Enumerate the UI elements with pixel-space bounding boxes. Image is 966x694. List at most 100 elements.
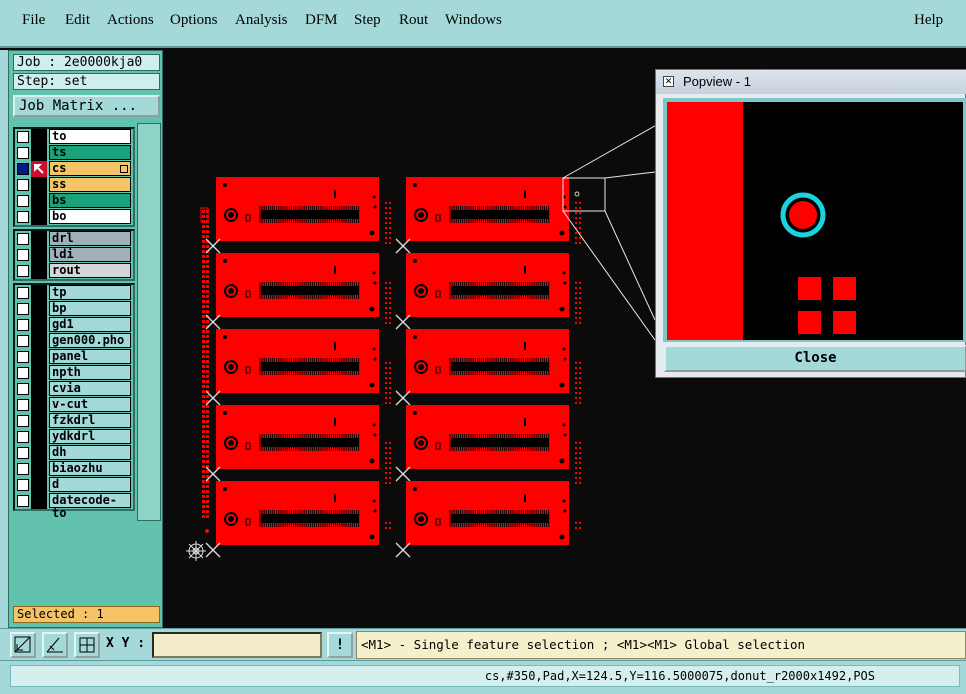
layer-name[interactable]: d bbox=[49, 477, 131, 492]
layer-row-fzkdrl[interactable]: fzkdrl bbox=[15, 413, 133, 429]
layer-name[interactable]: datecode-to bbox=[49, 493, 131, 520]
layer-row-dh[interactable]: dh bbox=[15, 445, 133, 461]
layer-name[interactable]: tp bbox=[49, 285, 131, 300]
layer-affected-slot[interactable] bbox=[31, 209, 47, 225]
grid-button[interactable] bbox=[74, 632, 100, 658]
popview-close-button[interactable]: Close bbox=[664, 345, 966, 372]
menu-analysis[interactable]: Analysis bbox=[235, 12, 288, 29]
measure-button[interactable] bbox=[42, 632, 68, 658]
menu-file[interactable]: File bbox=[22, 12, 45, 29]
layer-affected-slot[interactable] bbox=[31, 317, 47, 333]
layer-checkbox[interactable] bbox=[17, 211, 29, 223]
layer-row-ydkdrl[interactable]: ydkdrl bbox=[15, 429, 133, 445]
layer-affected-slot[interactable] bbox=[31, 397, 47, 413]
layer-list-scrollbar[interactable] bbox=[137, 123, 161, 521]
layer-name[interactable]: v-cut bbox=[49, 397, 131, 412]
layer-affected-slot[interactable] bbox=[31, 429, 47, 445]
layer-affected-slot[interactable] bbox=[31, 349, 47, 365]
layer-row-bo[interactable]: bo bbox=[15, 209, 133, 225]
layer-checkbox[interactable] bbox=[17, 399, 29, 411]
menu-edit[interactable]: Edit bbox=[65, 12, 90, 29]
layer-name[interactable]: to bbox=[49, 129, 131, 144]
layer-checkbox[interactable] bbox=[17, 463, 29, 475]
menu-help[interactable]: Help bbox=[914, 12, 943, 29]
layer-checkbox[interactable] bbox=[17, 383, 29, 395]
layer-checkbox[interactable] bbox=[17, 431, 29, 443]
layer-affected-slot[interactable] bbox=[31, 247, 47, 263]
layer-row-d[interactable]: d bbox=[15, 477, 133, 493]
menu-rout[interactable]: Rout bbox=[399, 12, 428, 29]
layer-row-tp[interactable]: tp bbox=[15, 285, 133, 301]
layer-checkbox[interactable] bbox=[17, 131, 29, 143]
layer-checkbox[interactable] bbox=[17, 351, 29, 363]
layer-checkbox[interactable] bbox=[17, 163, 29, 175]
layer-affected-slot[interactable] bbox=[31, 285, 47, 301]
layer-checkbox[interactable] bbox=[17, 415, 29, 427]
layer-affected-slot[interactable] bbox=[31, 193, 47, 209]
exclamation-button[interactable]: ! bbox=[327, 632, 353, 658]
layer-affected-slot[interactable] bbox=[31, 129, 47, 145]
layer-row-cvia[interactable]: cvia bbox=[15, 381, 133, 397]
layer-name[interactable]: dh bbox=[49, 445, 131, 460]
layer-checkbox[interactable] bbox=[17, 147, 29, 159]
layer-affected-slot[interactable] bbox=[31, 461, 47, 477]
layer-name[interactable]: gd1 bbox=[49, 317, 131, 332]
layer-name[interactable]: ss bbox=[49, 177, 131, 192]
layer-row-to[interactable]: to bbox=[15, 129, 133, 145]
layer-row-datecode-to[interactable]: datecode-to bbox=[15, 493, 133, 520]
layer-affected-slot[interactable] bbox=[31, 493, 47, 509]
layer-name[interactable]: ldi bbox=[49, 247, 131, 262]
layer-checkbox[interactable] bbox=[17, 265, 29, 277]
xy-coordinate-input[interactable] bbox=[152, 632, 322, 658]
snap-mode-button[interactable] bbox=[10, 632, 36, 658]
popview-window[interactable]: ✕ Popview - 1 Close bbox=[655, 69, 966, 378]
layer-affected-slot[interactable] bbox=[31, 231, 47, 247]
layer-affected-slot[interactable] bbox=[31, 413, 47, 429]
layer-checkbox[interactable] bbox=[17, 287, 29, 299]
layer-row-ts[interactable]: ts bbox=[15, 145, 133, 161]
layer-name[interactable]: bo bbox=[49, 209, 131, 224]
layer-name[interactable]: cs bbox=[49, 161, 131, 176]
layer-checkbox[interactable] bbox=[17, 179, 29, 191]
layer-row-ldi[interactable]: ldi bbox=[15, 247, 133, 263]
layer-row-drl[interactable]: drl bbox=[15, 231, 133, 247]
layer-row-v-cut[interactable]: v-cut bbox=[15, 397, 133, 413]
layer-affected-slot[interactable] bbox=[31, 301, 47, 317]
layer-row-rout[interactable]: rout bbox=[15, 263, 133, 279]
layer-checkbox[interactable] bbox=[17, 335, 29, 347]
job-matrix-button[interactable]: Job Matrix ... bbox=[13, 95, 160, 117]
layer-affected-slot[interactable] bbox=[31, 445, 47, 461]
layer-row-bp[interactable]: bp bbox=[15, 301, 133, 317]
layer-name[interactable]: bs bbox=[49, 193, 131, 208]
layer-checkbox[interactable] bbox=[17, 249, 29, 261]
layer-row-bs[interactable]: bs bbox=[15, 193, 133, 209]
layer-checkbox[interactable] bbox=[17, 447, 29, 459]
layer-row-panel[interactable]: panel bbox=[15, 349, 133, 365]
work-layer-arrow-icon[interactable] bbox=[31, 161, 47, 177]
menu-options[interactable]: Options bbox=[170, 12, 218, 29]
layer-checkbox[interactable] bbox=[17, 367, 29, 379]
layer-checkbox[interactable] bbox=[17, 195, 29, 207]
layer-name[interactable]: biaozhu bbox=[49, 461, 131, 476]
layer-affected-slot[interactable] bbox=[31, 477, 47, 493]
layer-name[interactable]: drl bbox=[49, 231, 131, 246]
layer-checkbox[interactable] bbox=[17, 303, 29, 315]
layer-row-gen000.pho[interactable]: gen000.pho bbox=[15, 333, 133, 349]
layer-name[interactable]: panel bbox=[49, 349, 131, 364]
menu-windows[interactable]: Windows bbox=[445, 12, 502, 29]
layer-row-ss[interactable]: ss bbox=[15, 177, 133, 193]
menu-step[interactable]: Step bbox=[354, 12, 381, 29]
layer-name[interactable]: cvia bbox=[49, 381, 131, 396]
layer-affected-slot[interactable] bbox=[31, 333, 47, 349]
menu-dfm[interactable]: DFM bbox=[305, 12, 338, 29]
layer-checkbox[interactable] bbox=[17, 495, 29, 507]
layer-affected-slot[interactable] bbox=[31, 263, 47, 279]
layer-name[interactable]: ts bbox=[49, 145, 131, 160]
popview-titlebar[interactable]: ✕ Popview - 1 bbox=[656, 70, 966, 94]
layer-menu-icon[interactable] bbox=[120, 165, 128, 173]
layer-name[interactable]: fzkdrl bbox=[49, 413, 131, 428]
layer-name[interactable]: bp bbox=[49, 301, 131, 316]
layer-affected-slot[interactable] bbox=[31, 177, 47, 193]
layer-affected-slot[interactable] bbox=[31, 145, 47, 161]
layer-checkbox[interactable] bbox=[17, 233, 29, 245]
